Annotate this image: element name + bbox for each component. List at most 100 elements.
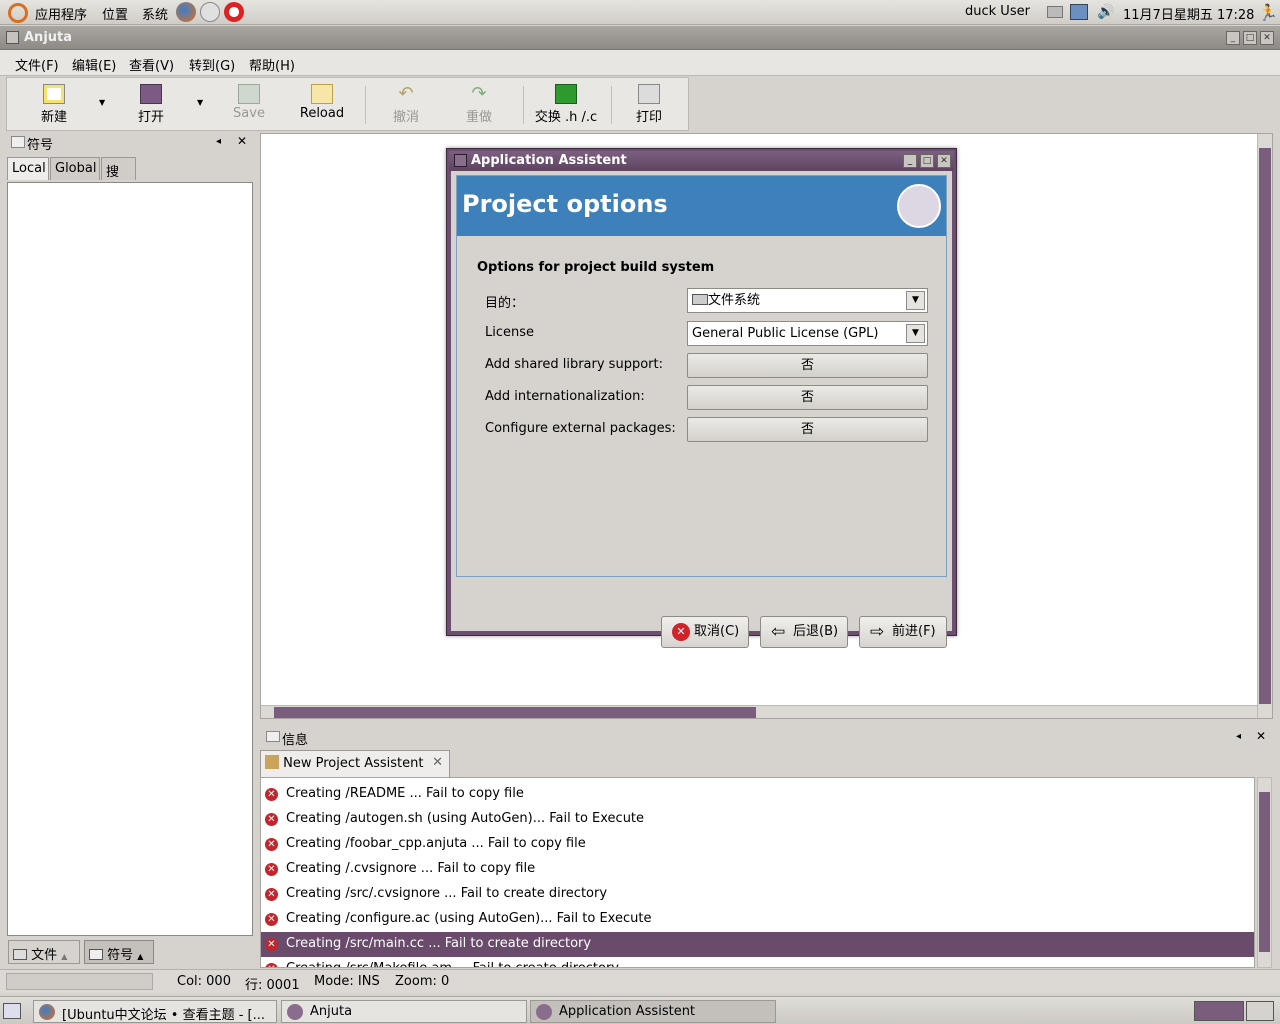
applications-menu[interactable]: 应用程序	[35, 4, 87, 23]
new-dropdown-icon[interactable]: ▼	[99, 98, 105, 107]
dialog-titlebar[interactable]: Application Assistent _ □ ✕	[449, 151, 954, 171]
panel-close-icon[interactable]: ✕	[237, 134, 247, 148]
scroll-thumb[interactable]	[274, 707, 756, 718]
menu-help[interactable]: 帮助(H)	[249, 55, 295, 74]
message-row[interactable]: ✕ Creating /foobar_cpp.anjuta ... Fail to…	[261, 832, 1254, 857]
toolbar: 新建 ▼ 打开 ▼ Save Reload ↶ 撤消 ↷ 重做 交换 .h /.…	[6, 77, 689, 131]
menu-edit[interactable]: 编辑(E)	[72, 55, 116, 74]
reload-button[interactable]: Reload	[287, 82, 357, 128]
tab-global[interactable]: Global	[50, 157, 100, 180]
status-progress	[6, 973, 153, 990]
redo-button[interactable]: ↷ 重做	[444, 82, 514, 128]
scroll-thumb[interactable]	[1259, 148, 1271, 704]
menu-view[interactable]: 查看(V)	[129, 55, 174, 74]
mail-launcher-icon[interactable]	[200, 2, 220, 22]
swap-header-source-button[interactable]: 交换 .h /.c	[529, 82, 603, 128]
workspace-2[interactable]	[1246, 1001, 1274, 1021]
toolbar-separator	[523, 86, 524, 124]
help-launcher-icon[interactable]	[224, 2, 244, 22]
cancel-button[interactable]: ✕ 取消(C)	[661, 616, 749, 648]
open-dropdown-icon[interactable]: ▼	[197, 98, 203, 107]
messages-vertical-scrollbar[interactable]	[1257, 777, 1272, 968]
chevron-up-icon: ▲	[137, 952, 144, 961]
cancel-icon: ✕	[672, 623, 690, 641]
places-menu[interactable]: 位置	[102, 4, 128, 23]
drive-icon	[692, 294, 708, 305]
error-icon: ✕	[265, 913, 278, 926]
message-row[interactable]: ✕ Creating /src/Makefile.am ... Fail to c…	[261, 957, 1254, 967]
workspace-1[interactable]	[1194, 1001, 1244, 1021]
main-window-titlebar[interactable]: Anjuta _ □ ✕	[0, 26, 1280, 50]
print-button[interactable]: 打印	[614, 82, 684, 128]
menu-file[interactable]: 文件(F)	[15, 55, 59, 74]
message-row[interactable]: ✕ Creating /src/.cvsignore ... Fail to cr…	[261, 882, 1254, 907]
editor-vertical-scrollbar[interactable]	[1257, 134, 1272, 718]
top-panel: 应用程序 位置 系统 duck User 🔊 11月7日星期五 17:28 🏃	[0, 0, 1280, 25]
option-toggle-button[interactable]: 否	[687, 417, 928, 442]
ubuntu-logo-icon[interactable]	[8, 3, 28, 23]
bottom-tab-files[interactable]: 文件 ▲	[8, 940, 80, 964]
message-row[interactable]: ✕ Creating /README ... Fail to copy file	[261, 782, 1254, 807]
option-toggle-button[interactable]: 否	[687, 385, 928, 410]
message-text: Creating /foobar_cpp.anjuta ... Fail to …	[286, 836, 586, 851]
task-firefox[interactable]: [Ubuntu中文论坛 • 查看主题 - [...	[33, 1000, 277, 1023]
message-row[interactable]: ✕ Creating /src/main.cc ... Fail to creat…	[261, 932, 1254, 957]
tab-search[interactable]: 搜索	[101, 157, 136, 199]
back-button[interactable]: ⇦ 后退(B)	[760, 616, 848, 648]
section-title: Options for project build system	[477, 260, 715, 275]
dialog-menu-icon[interactable]	[454, 154, 467, 167]
messages-panel: 信息 ◂ ✕ New Project Assistent ✕ ✕ Creating…	[260, 724, 1273, 968]
network-icon[interactable]	[1070, 4, 1088, 20]
panel-detach-icon[interactable]: ◂	[1236, 731, 1241, 742]
close-icon[interactable]: ✕	[1260, 31, 1274, 45]
forward-button[interactable]: ⇨ 前进(F)	[859, 616, 947, 648]
open-button[interactable]: 打开	[116, 82, 186, 128]
task-application-assistent[interactable]: Application Assistent	[530, 1000, 776, 1023]
tab-new-project-assistent[interactable]: New Project Assistent ✕	[260, 750, 450, 777]
dialog-title: Application Assistent	[471, 153, 627, 168]
panel-close-icon[interactable]: ✕	[1256, 729, 1266, 743]
printer-icon[interactable]	[1047, 6, 1063, 18]
symbol-list[interactable]	[7, 182, 253, 936]
firefox-launcher-icon[interactable]	[176, 2, 196, 22]
menu-goto[interactable]: 转到(G)	[189, 55, 235, 74]
message-list[interactable]: ✕ Creating /README ... Fail to copy file ✕…	[260, 777, 1255, 968]
maximize-icon[interactable]: □	[920, 154, 934, 168]
license-combo[interactable]: General Public License (GPL) ▼	[687, 321, 928, 346]
tab-local[interactable]: Local	[7, 157, 49, 180]
user-name[interactable]: duck User	[965, 4, 1030, 19]
bottom-tab-symbols[interactable]: 符号 ▲	[84, 940, 154, 964]
error-icon: ✕	[265, 838, 278, 851]
bottom-panel: [Ubuntu中文论坛 • 查看主题 - [... Anjuta Applica…	[0, 996, 1280, 1024]
page-title: Project options	[462, 190, 668, 218]
clock[interactable]: 11月7日星期五 17:28	[1123, 4, 1254, 23]
minimize-icon[interactable]: _	[903, 154, 917, 168]
close-icon[interactable]: ✕	[937, 154, 951, 168]
chevron-down-icon[interactable]: ▼	[906, 291, 925, 310]
system-menu[interactable]: 系统	[142, 4, 168, 23]
minimize-icon[interactable]: _	[1226, 31, 1240, 45]
new-button[interactable]: 新建	[19, 82, 89, 128]
quit-runner-icon[interactable]: 🏃	[1258, 3, 1278, 22]
show-desktop-icon[interactable]	[3, 1003, 21, 1019]
chevron-down-icon[interactable]: ▼	[906, 324, 925, 343]
message-text: Creating /src/Makefile.am ... Fail to cr…	[286, 961, 619, 967]
destination-combo[interactable]: 文件系统 ▼	[687, 288, 928, 313]
undo-button[interactable]: ↶ 撤消	[371, 82, 441, 128]
volume-icon[interactable]: 🔊	[1097, 4, 1114, 20]
application-assistent-dialog: Application Assistent _ □ ✕ Project opti…	[446, 148, 957, 648]
option-toggle-button[interactable]: 否	[687, 353, 928, 378]
window-menu-icon[interactable]	[6, 31, 19, 44]
save-button[interactable]: Save	[214, 82, 284, 128]
maximize-icon[interactable]: □	[1243, 31, 1257, 45]
panel-detach-icon[interactable]: ◂	[216, 136, 221, 147]
message-row[interactable]: ✕ Creating /configure.ac (using AutoGen).…	[261, 907, 1254, 932]
scroll-thumb[interactable]	[1259, 792, 1270, 952]
editor-horizontal-scrollbar[interactable]	[261, 705, 1257, 718]
symbol-panel-icon	[11, 136, 25, 148]
message-text: Creating /src/main.cc ... Fail to create…	[286, 936, 592, 951]
message-row[interactable]: ✕ Creating /autogen.sh (using AutoGen)...…	[261, 807, 1254, 832]
message-row[interactable]: ✕ Creating /.cvsignore ... Fail to copy f…	[261, 857, 1254, 882]
tab-close-icon[interactable]: ✕	[432, 755, 443, 770]
task-anjuta[interactable]: Anjuta	[281, 1000, 527, 1023]
